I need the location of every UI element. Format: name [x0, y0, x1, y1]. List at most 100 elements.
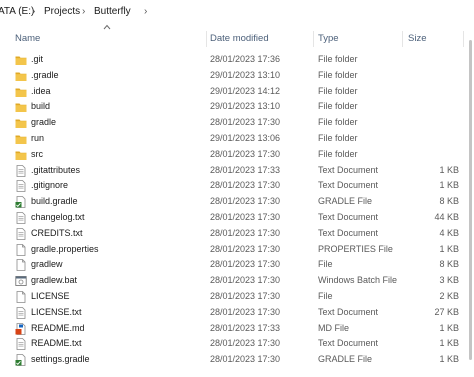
file-row[interactable]: gradlew 28/01/2023 17:30 File 8 KB [0, 257, 474, 273]
scrollbar-thumb[interactable] [469, 40, 472, 360]
file-type: Text Document [318, 180, 379, 191]
file-size: 1 KB [439, 243, 459, 254]
file-type: File [318, 291, 333, 301]
vertical-scrollbar[interactable] [466, 0, 474, 377]
file-row[interactable]: LICENSE.txt 28/01/2023 17:30 Text Document… [0, 305, 474, 321]
file-date-modified: 28/01/2023 17:30 [210, 291, 281, 301]
file-name[interactable]: .idea [31, 86, 51, 96]
file-row[interactable]: gradle 28/01/2023 17:30 File folder [0, 115, 474, 131]
md-file-icon [15, 322, 27, 335]
column-divider[interactable] [206, 31, 207, 47]
file-date-modified: 29/01/2023 13:06 [210, 133, 281, 143]
file-size: 2 KB [439, 291, 459, 301]
address-bar[interactable]: ATA (E:) › Projects › Butterfly › [0, 0, 474, 24]
file-name[interactable]: .gitignore [31, 180, 68, 190]
file-type: File folder [318, 69, 358, 80]
file-type: File folder [318, 101, 358, 112]
file-type: File folder [318, 148, 358, 159]
file-date-modified: 28/01/2023 17:30 [210, 117, 281, 128]
column-divider[interactable] [402, 31, 403, 47]
file-type: File folder [318, 85, 358, 96]
file-row[interactable]: src 28/01/2023 17:30 File folder [0, 147, 474, 163]
file-date-modified: 28/01/2023 17:30 [210, 243, 281, 254]
file-name[interactable]: README.txt [31, 338, 82, 348]
file-name[interactable]: .gradle [31, 70, 59, 80]
breadcrumb-butterfly[interactable]: Butterfly [94, 6, 131, 17]
blank-file-icon [15, 291, 27, 303]
file-row[interactable]: README.txt 28/01/2023 17:30 Text Document 1… [0, 336, 474, 352]
file-name[interactable]: build.gradle [31, 196, 78, 206]
file-size: 27 KB [434, 306, 459, 317]
file-date-modified: 28/01/2023 17:30 [210, 275, 281, 286]
file-size: 3 KB [439, 275, 459, 286]
file-date-modified: 28/01/2023 17:33 [210, 322, 281, 333]
blank-file-icon [15, 259, 27, 272]
file-row[interactable]: settings.gradle 28/01/2023 17:30 GRADLE Fi… [0, 352, 474, 368]
text-file-icon [15, 306, 27, 319]
file-row[interactable]: .idea 29/01/2023 14:12 File folder [0, 84, 474, 100]
file-row[interactable]: README.md 28/01/2023 17:33 MD File 1 KB [0, 321, 474, 337]
file-name[interactable]: CREDITS.txt [31, 228, 83, 238]
file-name[interactable]: src [31, 149, 43, 159]
column-name[interactable]: Name [15, 29, 40, 49]
column-divider[interactable] [463, 31, 464, 47]
file-row[interactable]: build 29/01/2023 13:10 File folder [0, 99, 474, 115]
file-name[interactable]: settings.gradle [31, 354, 90, 364]
text-file-icon [15, 180, 27, 193]
column-date-modified[interactable]: Date modified [210, 29, 269, 49]
file-name[interactable]: LICENSE [31, 291, 70, 301]
file-name[interactable]: build [31, 101, 50, 111]
breadcrumb-projects[interactable]: Projects [44, 6, 80, 17]
breadcrumb-separator[interactable]: › [82, 6, 85, 17]
file-name[interactable]: gradle.properties [31, 244, 99, 254]
column-divider[interactable] [313, 31, 314, 47]
file-name[interactable]: gradlew.bat [31, 275, 77, 285]
file-name[interactable]: .git [31, 54, 43, 64]
file-date-modified: 28/01/2023 17:30 [210, 148, 281, 159]
file-name[interactable]: changelog.txt [31, 212, 85, 222]
file-row[interactable]: .gradle 29/01/2023 13:10 File folder [0, 68, 474, 84]
gradle-file-icon [15, 354, 27, 367]
file-name[interactable]: README.md [31, 323, 85, 333]
file-date-modified: 28/01/2023 17:30 [210, 196, 281, 207]
file-type: MD File [318, 322, 349, 333]
file-size: 8 KB [439, 259, 459, 270]
column-type[interactable]: Type [318, 29, 339, 49]
blank-file-icon [15, 243, 27, 256]
file-name[interactable]: LICENSE.txt [31, 307, 82, 317]
file-row[interactable]: .git 28/01/2023 17:36 File folder [0, 52, 474, 68]
file-row[interactable]: .gitattributes 28/01/2023 17:33 Text Docum… [0, 163, 474, 179]
breadcrumb-separator[interactable]: › [144, 6, 147, 17]
file-type: File folder [318, 54, 358, 64]
file-date-modified: 28/01/2023 17:30 [210, 354, 281, 365]
file-row[interactable]: gradlew.bat 28/01/2023 17:30 Windows Batch… [0, 273, 474, 289]
file-name[interactable]: gradlew [31, 259, 63, 269]
column-header: Name Date modified Type Size [0, 29, 474, 49]
file-date-modified: 28/01/2023 17:33 [210, 164, 281, 175]
folder-icon [15, 54, 27, 66]
file-name[interactable]: gradle [31, 117, 56, 127]
folder-icon [15, 133, 27, 145]
file-row[interactable]: changelog.txt 28/01/2023 17:30 Text Docume… [0, 210, 474, 226]
file-size: 1 KB [439, 180, 459, 191]
file-date-modified: 28/01/2023 17:36 [210, 54, 281, 64]
file-date-modified: 28/01/2023 17:30 [210, 338, 281, 349]
file-row[interactable]: gradle.properties 28/01/2023 17:30 PROPERT… [0, 242, 474, 258]
column-size[interactable]: Size [408, 29, 426, 49]
file-row[interactable]: .gitignore 28/01/2023 17:30 Text Document 1… [0, 178, 474, 194]
breadcrumb-drive[interactable]: ATA (E:) [0, 6, 34, 17]
file-size: 4 KB [439, 227, 459, 238]
file-row[interactable]: CREDITS.txt 28/01/2023 17:30 Text Document… [0, 226, 474, 242]
file-name[interactable]: .gitattributes [31, 165, 80, 175]
text-file-icon [15, 212, 27, 224]
breadcrumb-separator[interactable]: › [32, 6, 35, 17]
batch-file-icon [15, 275, 27, 287]
file-row[interactable]: run 29/01/2023 13:06 File folder [0, 131, 474, 147]
file-date-modified: 29/01/2023 14:12 [210, 85, 281, 96]
file-row[interactable]: build.gradle 28/01/2023 17:30 GRADLE File 8… [0, 194, 474, 210]
text-file-icon [15, 227, 27, 240]
file-type: Text Document [318, 227, 379, 238]
file-name[interactable]: run [31, 133, 44, 143]
file-row[interactable]: LICENSE 28/01/2023 17:30 File 2 KB [0, 289, 474, 305]
text-file-icon [15, 164, 27, 177]
